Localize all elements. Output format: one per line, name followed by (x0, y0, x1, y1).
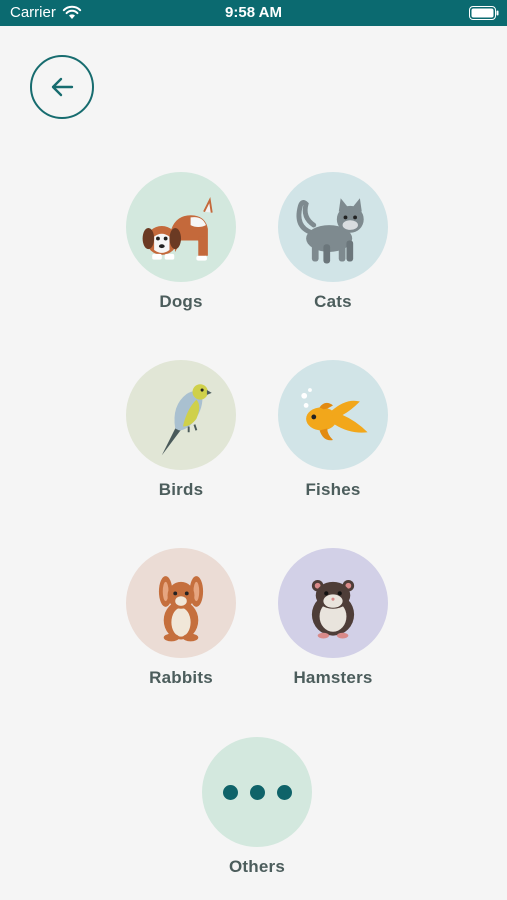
category-dogs-label: Dogs (159, 292, 203, 311)
fish-icon (301, 388, 368, 441)
category-others[interactable]: Others (182, 737, 332, 887)
category-fishes-label: Fishes (305, 480, 361, 499)
category-fishes[interactable]: Fishes (258, 360, 408, 510)
status-time: 9:58 AM (225, 4, 282, 21)
category-birds-label: Birds (158, 480, 204, 499)
category-hamsters-circle (278, 548, 388, 658)
hamster-icon (311, 579, 355, 639)
category-rabbits-label: Rabbits (149, 668, 213, 687)
arrow-left-icon (51, 77, 74, 97)
category-birds-circle (126, 360, 236, 470)
category-dogs-circle (126, 172, 236, 282)
category-others-label: Others (229, 857, 285, 876)
rabbit-icon (158, 576, 204, 642)
dot (249, 784, 265, 800)
category-birds[interactable]: Birds (106, 360, 256, 510)
cat-icon (296, 198, 364, 264)
category-dogs[interactable]: Dogs (106, 172, 256, 322)
dot (222, 784, 238, 800)
category-rabbits[interactable]: Rabbits (106, 548, 256, 698)
category-cats-circle (278, 172, 388, 282)
category-hamsters-label: Hamsters (293, 668, 373, 687)
category-cats-label: Cats (314, 292, 352, 311)
battery-icon (469, 6, 499, 20)
status-bar: Carrier 9:58 AM (0, 0, 507, 26)
category-hamsters[interactable]: Hamsters (258, 548, 408, 698)
dot (276, 784, 292, 800)
category-rabbits-circle (126, 548, 236, 658)
dog-icon (142, 196, 213, 261)
category-others-circle (202, 737, 312, 847)
category-cats[interactable]: Cats (258, 172, 408, 322)
more-dots-icon (222, 784, 292, 800)
category-fishes-circle (278, 360, 388, 470)
back-button[interactable] (30, 55, 94, 119)
bird-icon (161, 384, 212, 456)
